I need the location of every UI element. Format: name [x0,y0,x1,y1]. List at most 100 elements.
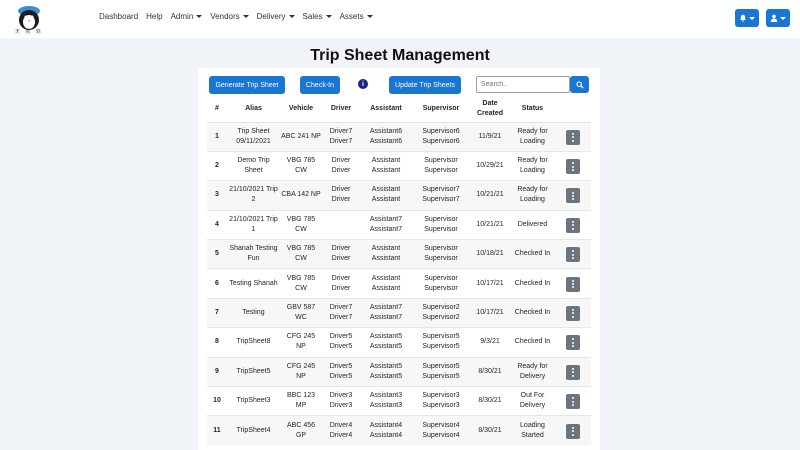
vehicle-cell: VBG 785 CW [280,239,322,269]
driver-cell: Driver7 Driver7 [322,121,360,152]
date-created-cell: 10/21/21 [470,180,510,211]
nav-link-assets[interactable]: Assets [340,12,373,21]
status-cell: Ready for Loading [510,180,555,211]
nav-link-dashboard[interactable]: Dashboard [99,12,138,21]
page-title: Trip Sheet Management [310,47,490,64]
assistant-cell: Assistant3 Assistant3 [360,386,412,416]
row-actions-cell [555,297,591,328]
vehicle-cell: CFG 245 NP [280,356,322,387]
driver-cell: Driver5 Driver5 [322,356,360,387]
kebab-menu-icon[interactable] [566,247,580,263]
alias-cell: Demo Trip Sheet [227,150,280,181]
kebab-menu-icon[interactable] [566,276,580,292]
assistant-cell: Assistant Assistant [360,150,412,181]
supervisor-cell: Supervisor7 Supervisor7 [412,180,470,211]
driver-cell: Driver7 Driver7 [322,297,360,328]
status-cell: Checked In [510,297,555,328]
chevron-down-icon [749,16,755,20]
table-row: 6 Testing Shanah VBG 785 CW Driver Driver As… [207,268,591,299]
table-row: 10 TripSheet3 BBC 123 MP Driver3 Driver3 Ass… [207,386,591,416]
kebab-menu-icon[interactable] [566,129,580,145]
nav-link-help[interactable]: Help [146,12,162,21]
date-created-cell: 8/30/21 [470,356,510,387]
status-cell: Checked In [510,268,555,299]
user-icon [770,14,778,22]
nav-link-vendors[interactable]: Vendors [210,12,249,21]
check-in-button[interactable]: Check-In [300,76,340,94]
supervisor-cell: Supervisor2 Supervisor2 [412,297,470,328]
date-created-cell: 11/9/21 [470,121,510,152]
date-created-cell: 10/18/21 [470,239,510,269]
supervisor-cell: Supervisor Supervisor [412,239,470,269]
status-cell: Ready for Loading [510,150,555,181]
table-row: 8 TripSheet8 CFG 245 NP Driver5 Driver5 Assi… [207,327,591,358]
vehicle-cell: BBC 123 MP [280,386,322,416]
top-navbar: 天 馬 商 Dashboard Help Admin Vendors Delivery S… [0,0,800,38]
table-row: 4 21/10/2021 Trip 1 VBG 785 CW Assistant7 A… [207,209,591,240]
user-menu-button[interactable] [766,9,790,27]
row-actions-cell [555,121,591,152]
row-actions-cell [555,356,591,387]
row-number: 4 [207,209,227,240]
date-created-cell: 8/30/21 [470,415,510,446]
driver-cell: Driver3 Driver3 [322,386,360,416]
update-trip-sheets-button[interactable]: Update Trip Sheets [389,76,461,94]
row-actions-cell [555,268,591,299]
alias-cell: TripSheet8 [227,327,280,358]
kebab-menu-icon[interactable] [566,305,580,321]
status-cell: Checked In [510,239,555,269]
kebab-menu-icon[interactable] [566,394,580,410]
table-row: 9 TripSheet5 CFG 245 NP Driver5 Driver5 Assi… [207,356,591,387]
search-input[interactable] [476,76,570,93]
kebab-menu-icon[interactable] [566,217,580,233]
search-button[interactable] [570,76,589,93]
nav-link-sales[interactable]: Sales [303,12,332,21]
date-created-cell: 10/21/21 [470,209,510,240]
bell-icon [740,14,746,22]
status-cell: Checked In [510,327,555,358]
assistant-cell: Assistant Assistant [360,180,412,211]
row-actions-cell [555,327,591,358]
row-actions-cell [555,386,591,416]
table-row: 2 Demo Trip Sheet VBG 785 CW Driver Driver A… [207,150,591,181]
status-cell: Ready for Loading [510,121,555,152]
assistant-cell: Assistant6 Assistant6 [360,121,412,152]
supervisor-cell: Supervisor Supervisor [412,268,470,299]
status-cell: Ready for Delivery [510,356,555,387]
table-row: 7 Testing GBV 587 WC Driver7 Driver7 Assista… [207,297,591,328]
info-icon[interactable]: i [358,79,368,89]
assistant-cell: Assistant7 Assistant7 [360,297,412,328]
table-row: 3 21/10/2021 Trip 2 CBA 142 NP Driver Drive… [207,180,591,211]
vehicle-cell: ABC 456 GP [280,415,322,446]
kebab-menu-icon[interactable] [566,188,580,204]
header-col-actions [555,96,591,123]
notifications-button[interactable] [735,9,759,27]
vehicle-cell: VBG 785 CW [280,268,322,299]
row-number: 6 [207,268,227,299]
header-col-supervisor: Supervisor [412,96,470,123]
alias-cell: Testing [227,297,280,328]
generate-trip-sheet-button[interactable]: Generate Trip Sheet [209,76,285,94]
alias-cell: Testing Shanah [227,268,280,299]
status-cell: Out For Delivery [510,386,555,416]
row-number: 1 [207,121,227,152]
header-col-alias: Alias [227,96,280,123]
supervisor-cell: Supervisor3 Supervisor3 [412,386,470,416]
row-actions-cell [555,209,591,240]
assistant-cell: Assistant Assistant [360,268,412,299]
date-created-cell: 10/17/21 [470,297,510,328]
driver-cell: Driver Driver [322,150,360,181]
table-row: 11 TripSheet4 ABC 456 GP Driver4 Driver4 Ass… [207,415,591,446]
nav-link-delivery[interactable]: Delivery [257,12,295,21]
driver-cell: Driver Driver [322,239,360,269]
logo-text: 天 馬 商 [15,29,43,35]
header-col-date-created: Date Created [470,96,510,123]
kebab-menu-icon[interactable] [566,423,580,439]
kebab-menu-icon[interactable] [566,364,580,380]
kebab-menu-icon[interactable] [566,159,580,175]
driver-cell: Driver4 Driver4 [322,415,360,446]
nav-link-admin[interactable]: Admin [171,12,203,21]
alias-cell: Trip Sheet 09/11/2021 [227,121,280,152]
driver-cell: Driver Driver [322,180,360,211]
kebab-menu-icon[interactable] [566,335,580,351]
